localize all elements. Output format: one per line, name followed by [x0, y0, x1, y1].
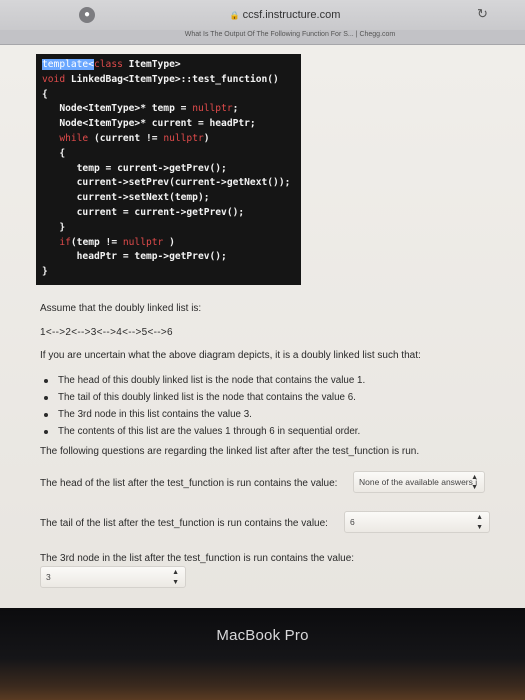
address-bar[interactable]: 🔒 ccsf.instructure.com [200, 9, 370, 21]
select-arrows-icon: ▲ ▼ [476, 514, 483, 531]
linked-list-diagram: 1<-->2<-->3<-->4<-->5<-->6 [40, 327, 173, 338]
code-line: { [42, 147, 66, 159]
browser-toolbar: ● 🔒 ccsf.instructure.com ↻ [0, 0, 525, 30]
tab-title[interactable]: What Is The Output Of The Following Func… [160, 31, 420, 38]
code-line: current = current->getPrev(); [42, 206, 245, 218]
q2-label: The tail of the list after the test_func… [40, 518, 328, 529]
code-line: Node<ItemType>* temp = nullptr; [42, 103, 239, 115]
code-line: temp = current->getPrev(); [42, 162, 227, 174]
laptop-bezel: MacBook Pro [0, 608, 525, 700]
code-line: headPtr = temp->getPrev(); [42, 251, 227, 263]
code-line: void LinkedBag<ItemType>::test_function(… [42, 73, 279, 85]
page-content: template<class ItemType> void LinkedBag<… [0, 45, 525, 608]
code-block: template<class ItemType> void LinkedBag<… [36, 54, 301, 285]
reload-icon[interactable]: ↻ [477, 6, 488, 22]
list-item: The 3rd node in this list contains the v… [40, 406, 365, 423]
code-type-name: ItemType> [128, 59, 181, 70]
privacy-shield-icon[interactable]: ● [79, 7, 95, 23]
code-line: template<class ItemType> [42, 59, 181, 70]
q2-answer-select[interactable]: 6 ▲ ▼ [344, 511, 490, 533]
code-line: current->setPrev(current->getNext()); [42, 177, 291, 189]
q1-selected-value: None of the available answers i [359, 477, 478, 487]
code-line: } [42, 266, 48, 278]
following-text: The following questions are regarding th… [40, 446, 420, 457]
q1-label: The head of the list after the test_func… [40, 478, 338, 489]
select-arrows-icon: ▲ ▼ [471, 474, 478, 491]
code-line: } [42, 221, 66, 233]
code-line: if(temp != nullptr ) [59, 236, 175, 248]
code-line: Node<ItemType>* current = headPtr; [42, 118, 256, 130]
intro-text: If you are uncertain what the above diag… [40, 350, 421, 361]
url-text: ccsf.instructure.com [242, 9, 341, 21]
q3-answer-select[interactable]: 3 ▲ ▼ [40, 566, 186, 588]
q2-selected-value: 6 [350, 517, 355, 527]
select-arrows-icon: ▲ ▼ [172, 569, 179, 586]
q3-label: The 3rd node in the list after the test_… [40, 553, 355, 564]
list-item: The tail of this doubly linked list is t… [40, 389, 365, 406]
code-line: { [42, 88, 48, 100]
tab-bar: What Is The Output Of The Following Func… [0, 30, 525, 45]
facts-list: The head of this doubly linked list is t… [40, 372, 365, 440]
q1-answer-select[interactable]: None of the available answers i ▲ ▼ [353, 471, 485, 493]
assume-text: Assume that the doubly linked list is: [40, 303, 202, 314]
list-item: The contents of this list are the values… [40, 423, 365, 440]
list-item: The head of this doubly linked list is t… [40, 372, 365, 389]
lock-icon: 🔒 [229, 11, 240, 20]
laptop-brand-logo: MacBook Pro [216, 627, 309, 644]
q3-selected-value: 3 [46, 572, 51, 582]
code-line: current->setNext(temp); [42, 192, 210, 204]
code-line: while (current != nullptr) [59, 132, 210, 144]
